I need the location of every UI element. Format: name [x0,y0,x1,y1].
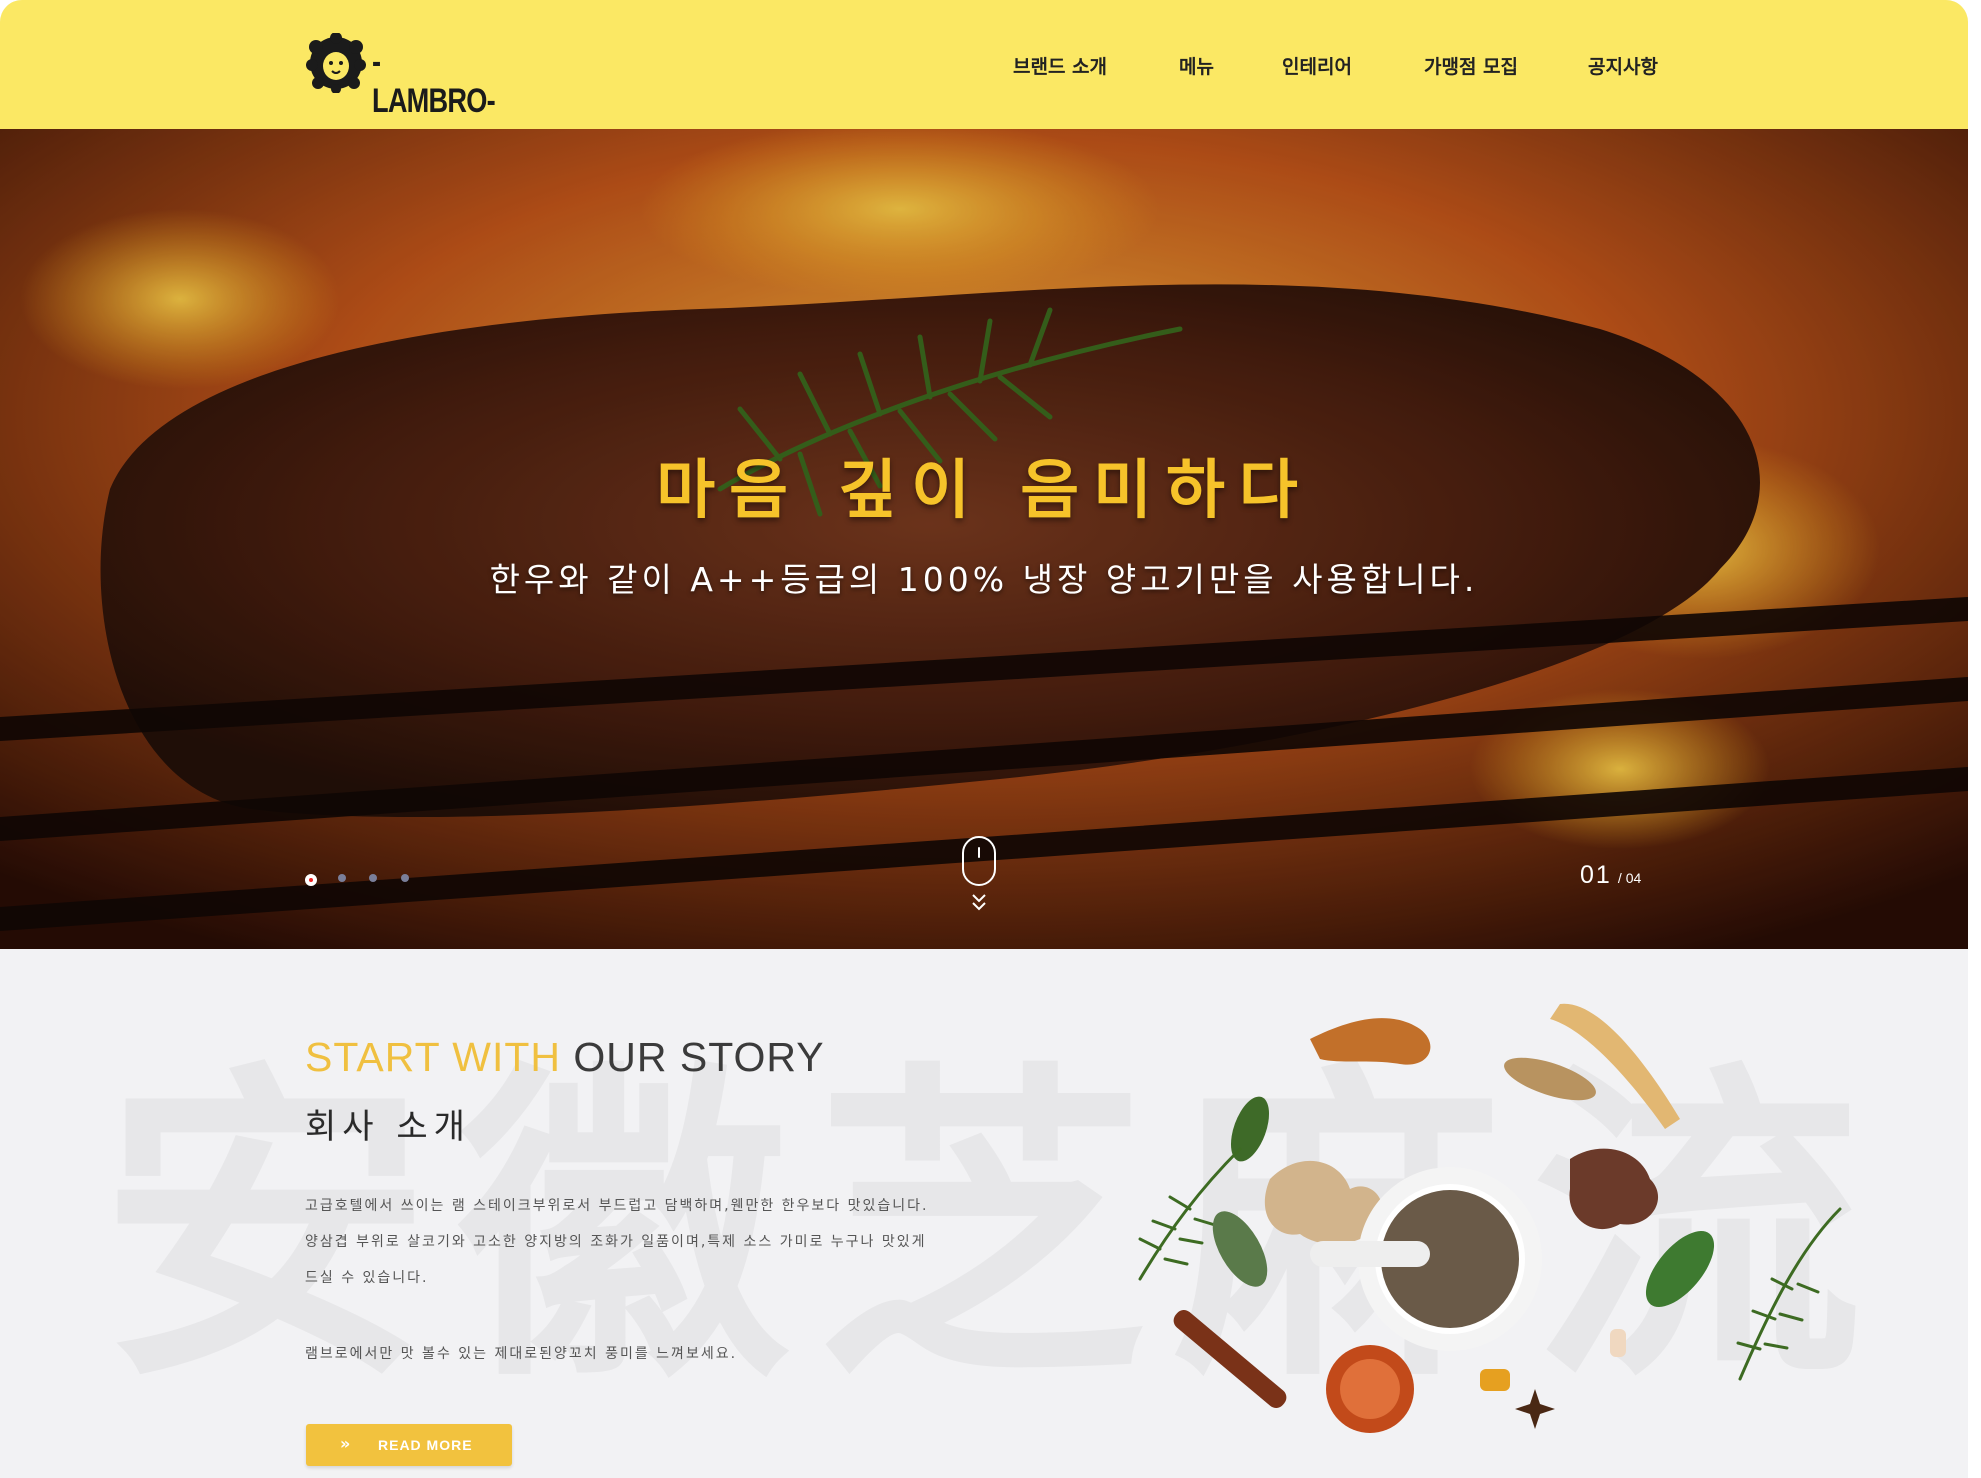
story-paragraph-line-2: 양삼겹 부위로 살코기와 고소한 양지방의 조화가 일품이며,특제 소스 가미로… [305,1234,927,1250]
slide-counter-separator: / [1617,870,1622,886]
hero-subtitle: 한우와 같이 A++등급의 100% 냉장 양고기만을 사용합니다. [489,560,1479,599]
slide-counter-current: 01 [1580,861,1612,889]
nav-notice[interactable]: 공지사항 [1588,52,1658,79]
story-paragraph-line-3: 드실 수 있습니다. [305,1270,429,1286]
hero-slider: 마음 깊이 음미하다 한우와 같이 A++등급의 100% 냉장 양고기만을 사… [0,129,1968,949]
spices-image [1138,1003,1842,1433]
slide-counter-total: 04 [1625,870,1642,886]
story-subheading: 회사 소개 [305,1107,471,1147]
hero-title: 마음 깊이 음미하다 [656,453,1312,528]
double-chevron-down-icon[interactable] [967,892,991,916]
story-section: 安徽芝麻流 START WITH OUR STORY 회사 소개 고급호텔에서 … [0,949,1968,1478]
nav-franchise[interactable]: 가맹점 모집 [1424,52,1518,79]
story-heading-highlight: START WITH [305,1034,561,1080]
nav-interior[interactable]: 인테리어 [1282,52,1352,79]
site-header: -LAMBRO- 브랜드 소개 메뉴 인테리어 가맹점 모집 공지사항 [0,0,1968,129]
slide-dot-1[interactable] [305,874,317,886]
story-paragraph-line-1: 고급호텔에서 쓰이는 램 스테이크부위로서 부드럽고 담백하며,웬만한 한우보다… [305,1198,929,1214]
story-heading-rest: OUR STORY [561,1034,825,1080]
read-more-label: READ MORE [378,1437,473,1453]
slide-dot-4[interactable] [401,874,409,882]
mouse-scroll-icon[interactable] [962,836,996,886]
main-nav: 브랜드 소개 메뉴 인테리어 가맹점 모집 공지사항 [0,52,1968,82]
story-paragraph-line-4: 램브로에서만 맛 볼수 있는 제대로된양꼬치 풍미를 느껴보세요. [305,1346,738,1362]
slide-counter: 01 /04 [1580,861,1641,890]
double-arrow-right-icon: » [340,1434,351,1453]
hero-steak-image [0,129,1968,949]
read-more-button[interactable]: » READ MORE [306,1424,512,1466]
story-heading: START WITH OUR STORY [305,1034,825,1081]
nav-menu[interactable]: 메뉴 [1179,52,1214,79]
browser-frame: -LAMBRO- 브랜드 소개 메뉴 인테리어 가맹점 모집 공지사항 마음 깊… [0,0,1968,1478]
slide-dot-3[interactable] [369,874,377,882]
nav-brand-intro[interactable]: 브랜드 소개 [1013,52,1107,79]
slide-dot-2[interactable] [338,874,346,882]
